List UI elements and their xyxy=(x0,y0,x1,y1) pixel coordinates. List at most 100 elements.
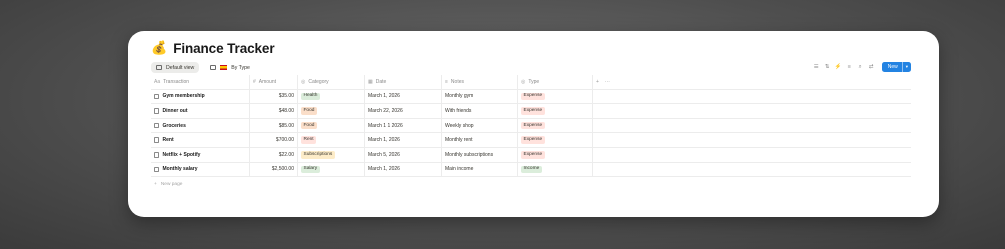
settings-icon[interactable]: ⇄ xyxy=(868,62,875,72)
tab-by-type[interactable]: By Type xyxy=(205,62,255,73)
cell-amount[interactable]: $35.00 xyxy=(250,89,298,104)
column-label: Date xyxy=(375,78,387,85)
number-property-icon: # xyxy=(253,78,256,85)
cell-amount[interactable]: $85.00 xyxy=(250,118,298,133)
cell-notes[interactable]: With friends xyxy=(442,104,518,118)
cell-category[interactable]: Health xyxy=(298,89,365,104)
column-label: Category xyxy=(308,78,329,85)
cell-empty xyxy=(593,90,911,104)
cell-empty xyxy=(593,163,911,177)
sort-icon[interactable]: ⇅ xyxy=(824,62,831,72)
page-icon xyxy=(154,108,159,114)
column-label: Notes xyxy=(450,78,464,85)
column-header-transaction[interactable]: Aa Transaction xyxy=(151,75,250,89)
table-body: Gym membership $35.00 Health March 1, 20… xyxy=(151,89,911,178)
table-row[interactable]: Monthly salary $2,500.00 Salary March 1,… xyxy=(151,162,911,178)
cell-date[interactable]: March 1, 2026 xyxy=(365,89,442,104)
cell-date[interactable]: March 1, 2026 xyxy=(365,133,442,147)
category-tag: Health xyxy=(301,92,320,101)
notes-value: Monthly rent xyxy=(445,137,473,144)
column-header-actions: + ··· xyxy=(593,75,911,89)
table-row[interactable]: Dinner out $48.00 Food March 22, 2026 Wi… xyxy=(151,104,911,119)
cell-category[interactable]: Salary xyxy=(298,162,365,177)
transaction-name: Gym membership xyxy=(162,93,205,100)
cell-type[interactable]: Expense xyxy=(518,147,593,162)
new-button[interactable]: New ▾ xyxy=(881,62,911,72)
cell-empty xyxy=(593,104,911,118)
more-options-icon[interactable]: ··· xyxy=(605,79,610,85)
column-header-type[interactable]: ◎ Type xyxy=(518,75,593,89)
category-tag: Subscriptions xyxy=(301,150,335,159)
new-page-button[interactable]: + New page xyxy=(151,177,911,191)
cell-date[interactable]: March 1 1 2026 xyxy=(365,118,442,133)
cell-notes[interactable]: Monthly rent xyxy=(442,133,518,147)
type-tag: Expense xyxy=(521,150,545,159)
tab-label: By Type xyxy=(231,64,250,71)
cell-category[interactable]: Rent xyxy=(298,133,365,147)
amount-value: $35.00 xyxy=(278,93,294,100)
select-property-icon: ◎ xyxy=(301,78,306,85)
page-icon xyxy=(154,137,159,143)
search-icon[interactable]: ⌕ xyxy=(857,62,864,72)
cell-category[interactable]: Food xyxy=(298,104,365,118)
cell-date[interactable]: March 22, 2026 xyxy=(365,104,442,118)
cell-type[interactable]: Expense xyxy=(518,89,593,104)
cell-category[interactable]: Food xyxy=(298,118,365,133)
tab-default-view[interactable]: Default view xyxy=(151,62,200,73)
amount-value: $22.00 xyxy=(278,151,294,158)
cell-amount[interactable]: $48.00 xyxy=(250,104,298,118)
cell-category[interactable]: Subscriptions xyxy=(298,147,365,162)
cell-transaction[interactable]: Netflix + Spotify xyxy=(151,147,250,162)
cell-notes[interactable]: Monthly gym xyxy=(442,89,518,104)
amount-value: $700.00 xyxy=(275,137,294,144)
table-icon xyxy=(156,65,162,70)
money-bag-icon: 💰 xyxy=(151,40,168,55)
table-row[interactable]: Groceries $85.00 Food March 1 1 2026 Wee… xyxy=(151,118,911,134)
cell-type[interactable]: Expense xyxy=(518,133,593,147)
table-row[interactable]: Netflix + Spotify $22.00 Subscriptions M… xyxy=(151,147,911,163)
transaction-name: Rent xyxy=(162,137,174,144)
amount-value: $2,500.00 xyxy=(271,166,294,173)
column-header-date[interactable]: ▦ Date xyxy=(365,75,442,89)
cell-amount[interactable]: $700.00 xyxy=(250,133,298,147)
cell-transaction[interactable]: Groceries xyxy=(151,118,250,133)
cell-notes[interactable]: Monthly subscriptions xyxy=(442,147,518,162)
cell-date[interactable]: March 1, 2026 xyxy=(365,162,442,177)
cell-notes[interactable]: Weekly shop xyxy=(442,118,518,133)
type-tag: Expense xyxy=(521,121,545,130)
type-tag: Income xyxy=(521,165,542,174)
table-row[interactable]: Gym membership $35.00 Health March 1, 20… xyxy=(151,89,911,105)
type-tag: Expense xyxy=(521,107,545,115)
date-value: March 1, 2026 xyxy=(368,137,400,144)
date-value: March 1, 2026 xyxy=(368,93,400,100)
notes-value: Monthly gym xyxy=(445,93,474,100)
table-row[interactable]: Rent $700.00 Rent March 1, 2026 Monthly … xyxy=(151,133,911,148)
cell-transaction[interactable]: Dinner out xyxy=(151,104,250,118)
cell-type[interactable]: Expense xyxy=(518,118,593,133)
date-value: March 1, 2026 xyxy=(368,166,400,173)
cell-date[interactable]: March 5, 2026 xyxy=(365,147,442,162)
cell-amount[interactable]: $2,500.00 xyxy=(250,162,298,177)
properties-icon[interactable]: ≡ xyxy=(846,62,853,72)
database-toolbar: ☰ ⇅ ⚡ ≡ ⌕ ⇄ New ▾ xyxy=(813,62,911,72)
board-icon xyxy=(210,65,217,70)
column-header-category[interactable]: ◎ Category xyxy=(298,75,365,89)
cell-empty xyxy=(593,148,911,162)
notes-value: Main income xyxy=(445,166,474,173)
chevron-down-icon[interactable]: ▾ xyxy=(901,62,911,72)
cell-type[interactable]: Expense xyxy=(518,104,593,118)
date-value: March 5, 2026 xyxy=(368,151,400,158)
cell-transaction[interactable]: Gym membership xyxy=(151,89,250,104)
calendar-icon: ▦ xyxy=(368,78,373,85)
filter-icon[interactable]: ☰ xyxy=(813,62,820,72)
cell-transaction[interactable]: Rent xyxy=(151,133,250,147)
column-header-amount[interactable]: # Amount xyxy=(250,75,298,89)
cell-notes[interactable]: Main income xyxy=(442,162,518,177)
automation-icon[interactable]: ⚡ xyxy=(835,62,842,72)
add-property-icon[interactable]: + xyxy=(596,79,599,85)
cell-type[interactable]: Income xyxy=(518,162,593,177)
cell-amount[interactable]: $22.00 xyxy=(250,147,298,162)
column-header-notes[interactable]: ≡ Notes xyxy=(442,75,518,89)
new-button-label: New xyxy=(887,64,898,70)
cell-transaction[interactable]: Monthly salary xyxy=(151,162,250,177)
